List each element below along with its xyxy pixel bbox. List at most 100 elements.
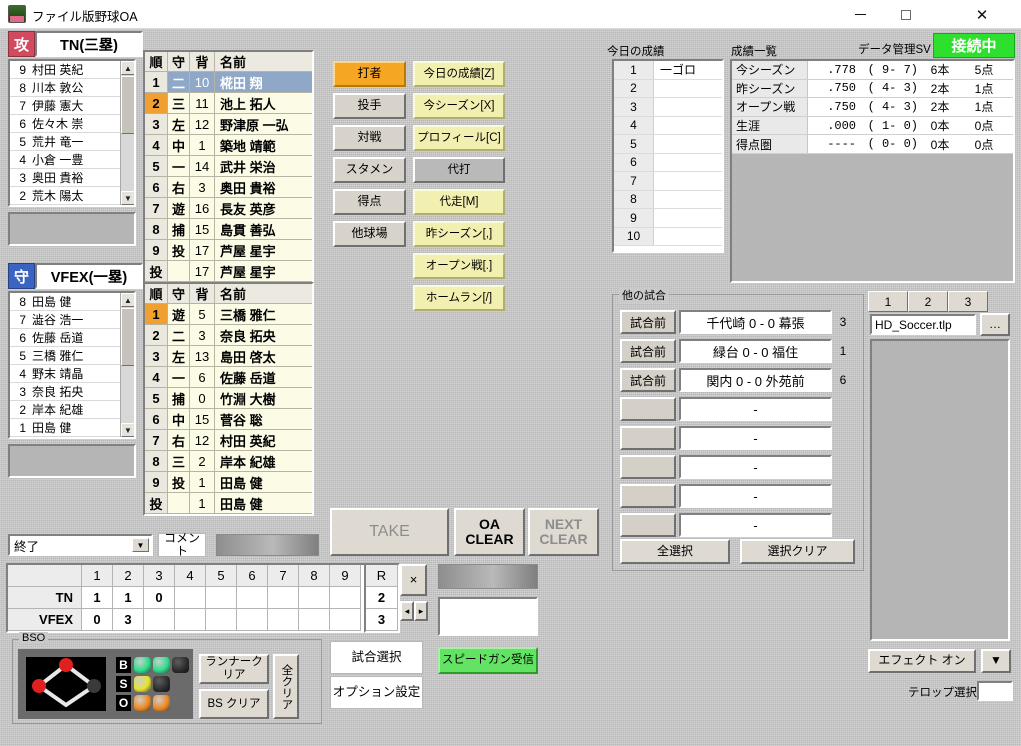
action-button-2[interactable]: プロフィール[C] xyxy=(413,125,505,151)
table-row[interactable]: 5 一 14 武井 栄治 xyxy=(145,156,312,177)
inning-score-cell[interactable]: 1 xyxy=(113,587,144,609)
telop-preview-panel[interactable] xyxy=(870,339,1010,641)
attack-roster-scrollbar[interactable]: ▲ ▼ xyxy=(120,61,134,205)
oa-clear-button[interactable]: OA CLEAR xyxy=(454,508,525,556)
other-game-row[interactable]: 試合前 千代崎 0 - 0 幕張 3 xyxy=(620,310,851,334)
other-game-row[interactable]: 試合前 関内 0 - 0 外苑前 6 xyxy=(620,368,851,392)
list-item[interactable]: 9 xyxy=(614,209,722,228)
runner-clear-button[interactable]: ランナークリア xyxy=(199,654,269,684)
list-item[interactable]: 7 澁谷 浩一 xyxy=(10,311,134,329)
telop-tab-1[interactable]: 1 xyxy=(868,291,908,312)
action-button-7[interactable]: ホームラン[/] xyxy=(413,285,505,311)
inning-score-cell[interactable]: 1 xyxy=(82,587,113,609)
attack-roster-list[interactable]: 9 村田 英紀 8 川本 敦公 7 伊藤 憲大 6 佐々木 崇 5 荒井 竜一 4 小倉 一豊 3 奥田 … xyxy=(8,59,136,207)
chevron-down-icon[interactable]: ▼ xyxy=(132,538,149,552)
bso-lamp-b-0[interactable] xyxy=(134,657,151,673)
other-game-state[interactable] xyxy=(620,513,676,537)
mode-button-5[interactable]: 他球場 xyxy=(333,221,406,247)
list-item[interactable]: 2 荒木 陽太 xyxy=(10,187,134,205)
bso-lamp-o-0[interactable] xyxy=(134,695,151,711)
status-combo[interactable]: 終了 ▼ xyxy=(8,534,153,556)
inning-score-cell[interactable]: 0 xyxy=(82,609,113,631)
scroll-down-icon[interactable]: ▼ xyxy=(121,191,134,205)
inning-score-cell[interactable] xyxy=(299,587,330,609)
list-item[interactable]: 1 一ゴロ xyxy=(614,61,722,80)
list-item[interactable]: 5 荒井 竜一 xyxy=(10,133,134,151)
effect-dropdown-button[interactable]: ▼ xyxy=(981,649,1011,673)
scoreboard-close-button[interactable]: × xyxy=(400,564,427,596)
today-results-list[interactable]: 1 一ゴロ 2 3 4 5 6 7 8 9 10 xyxy=(612,59,724,253)
action-button-5[interactable]: 昨シーズン[,] xyxy=(413,221,505,247)
scroll-down-icon[interactable]: ▼ xyxy=(121,423,134,437)
list-item[interactable]: 3 xyxy=(614,98,722,117)
list-item[interactable]: 4 野末 靖晶 xyxy=(10,365,134,383)
other-game-score[interactable]: - xyxy=(679,455,832,479)
other-game-state[interactable]: 試合前 xyxy=(620,368,676,392)
list-item[interactable]: 2 岸本 紀雄 xyxy=(10,401,134,419)
oa-text-box[interactable] xyxy=(438,597,538,636)
effect-on-button[interactable]: エフェクト オン xyxy=(868,649,976,673)
attack-lineup-table[interactable]: 順守背名前 1 二 10 椛田 翔 2 三 11 池上 拓人 3 左 12 野津原 一弘 4 中 1 築地 靖範… xyxy=(143,50,314,284)
clear-selection-button[interactable]: 選択クリア xyxy=(740,539,855,564)
table-row[interactable]: 5 捕 0 竹淵 大樹 xyxy=(145,388,312,409)
list-item[interactable]: 9 村田 英紀 xyxy=(10,61,134,79)
inning-score-cell[interactable] xyxy=(237,587,268,609)
scoreboard-table[interactable]: 1 2 3 4 5 6 7 8 9 TN 1 1 0 VFEX 0 3 xyxy=(6,563,372,633)
mode-button-2[interactable]: 対戦 xyxy=(333,125,406,151)
action-button-0[interactable]: 今日の成績[Z] xyxy=(413,61,505,87)
inning-score-cell[interactable] xyxy=(330,587,361,609)
scoreboard-next-button[interactable]: ▸ xyxy=(414,601,428,621)
bso-lamp-s-1[interactable] xyxy=(153,676,170,692)
inning-score-cell[interactable] xyxy=(299,609,330,631)
maximize-button[interactable] xyxy=(883,0,929,29)
list-item[interactable]: 6 xyxy=(614,153,722,172)
list-item[interactable]: 8 田島 健 xyxy=(10,293,134,311)
list-item[interactable]: 5 三橋 雅仁 xyxy=(10,347,134,365)
table-row[interactable]: 投 1 田島 健 xyxy=(145,493,312,514)
list-item[interactable]: 6 佐藤 岳道 xyxy=(10,329,134,347)
select-all-button[interactable]: 全選択 xyxy=(620,539,730,564)
list-item[interactable]: 3 奈良 拓央 xyxy=(10,383,134,401)
inning-score-cell[interactable] xyxy=(268,609,299,631)
action-button-1[interactable]: 今シーズン[X] xyxy=(413,93,505,119)
list-item[interactable]: 2 xyxy=(614,79,722,98)
other-game-score[interactable]: - xyxy=(679,484,832,508)
list-item[interactable]: 4 小倉 一豊 xyxy=(10,151,134,169)
list-item[interactable]: 8 川本 敦公 xyxy=(10,79,134,97)
option-settings-button[interactable]: オプション設定 xyxy=(330,676,423,709)
table-row[interactable]: 7 右 12 村田 英紀 xyxy=(145,430,312,451)
defense-lineup-table[interactable]: 順守背名前 1 遊 5 三橋 雅仁 2 二 3 奈良 拓央 3 左 13 島田 啓太 4 一 6 佐藤 岳道 5 捕… xyxy=(143,282,314,516)
other-game-state[interactable] xyxy=(620,484,676,508)
inning-score-cell[interactable] xyxy=(268,587,299,609)
next-clear-button[interactable]: NEXT CLEAR xyxy=(528,508,599,556)
bs-clear-button[interactable]: BS クリア xyxy=(199,689,269,719)
telop-tab-3[interactable]: 3 xyxy=(948,291,988,312)
all-clear-button[interactable]: 全クリア xyxy=(273,654,299,719)
table-row[interactable]: 8 捕 15 島貫 善弘 xyxy=(145,219,312,240)
telop-file-field[interactable]: HD_Soccer.tlp xyxy=(870,314,976,335)
comment-button[interactable]: コメント xyxy=(158,531,206,558)
action-button-4[interactable]: 代走[M] xyxy=(413,189,505,215)
other-game-row[interactable]: - xyxy=(620,455,851,479)
mode-button-0[interactable]: 打者 xyxy=(333,61,406,87)
table-row[interactable]: 1 遊 5 三橋 雅仁 xyxy=(145,304,312,325)
list-item[interactable]: 5 xyxy=(614,135,722,154)
list-item[interactable]: 7 xyxy=(614,172,722,191)
scoreboard-team-row[interactable]: VFEX 0 3 xyxy=(8,609,370,631)
table-row[interactable]: 4 一 6 佐藤 岳道 xyxy=(145,367,312,388)
action-button-3[interactable]: 代打 xyxy=(413,157,505,183)
table-row[interactable]: 8 三 2 岸本 紀雄 xyxy=(145,451,312,472)
list-item[interactable]: 8 xyxy=(614,190,722,209)
table-row[interactable]: 投 17 芦屋 星宇 xyxy=(145,261,312,282)
table-row[interactable]: 3 左 12 野津原 一弘 xyxy=(145,114,312,135)
table-row[interactable]: 7 遊 16 長友 英彦 xyxy=(145,198,312,219)
scroll-up-icon[interactable]: ▲ xyxy=(121,293,134,307)
other-game-row[interactable]: - xyxy=(620,397,851,421)
table-row[interactable]: 9 投 17 芦屋 星宇 xyxy=(145,240,312,261)
table-row[interactable]: 9 投 1 田島 健 xyxy=(145,472,312,493)
telop-tab-2[interactable]: 2 xyxy=(908,291,948,312)
bso-lamp-s-0[interactable] xyxy=(134,676,151,692)
scroll-up-icon[interactable]: ▲ xyxy=(121,61,134,75)
other-game-row[interactable]: 試合前 緑台 0 - 0 福住 1 xyxy=(620,339,851,363)
other-game-state[interactable]: 試合前 xyxy=(620,339,676,363)
